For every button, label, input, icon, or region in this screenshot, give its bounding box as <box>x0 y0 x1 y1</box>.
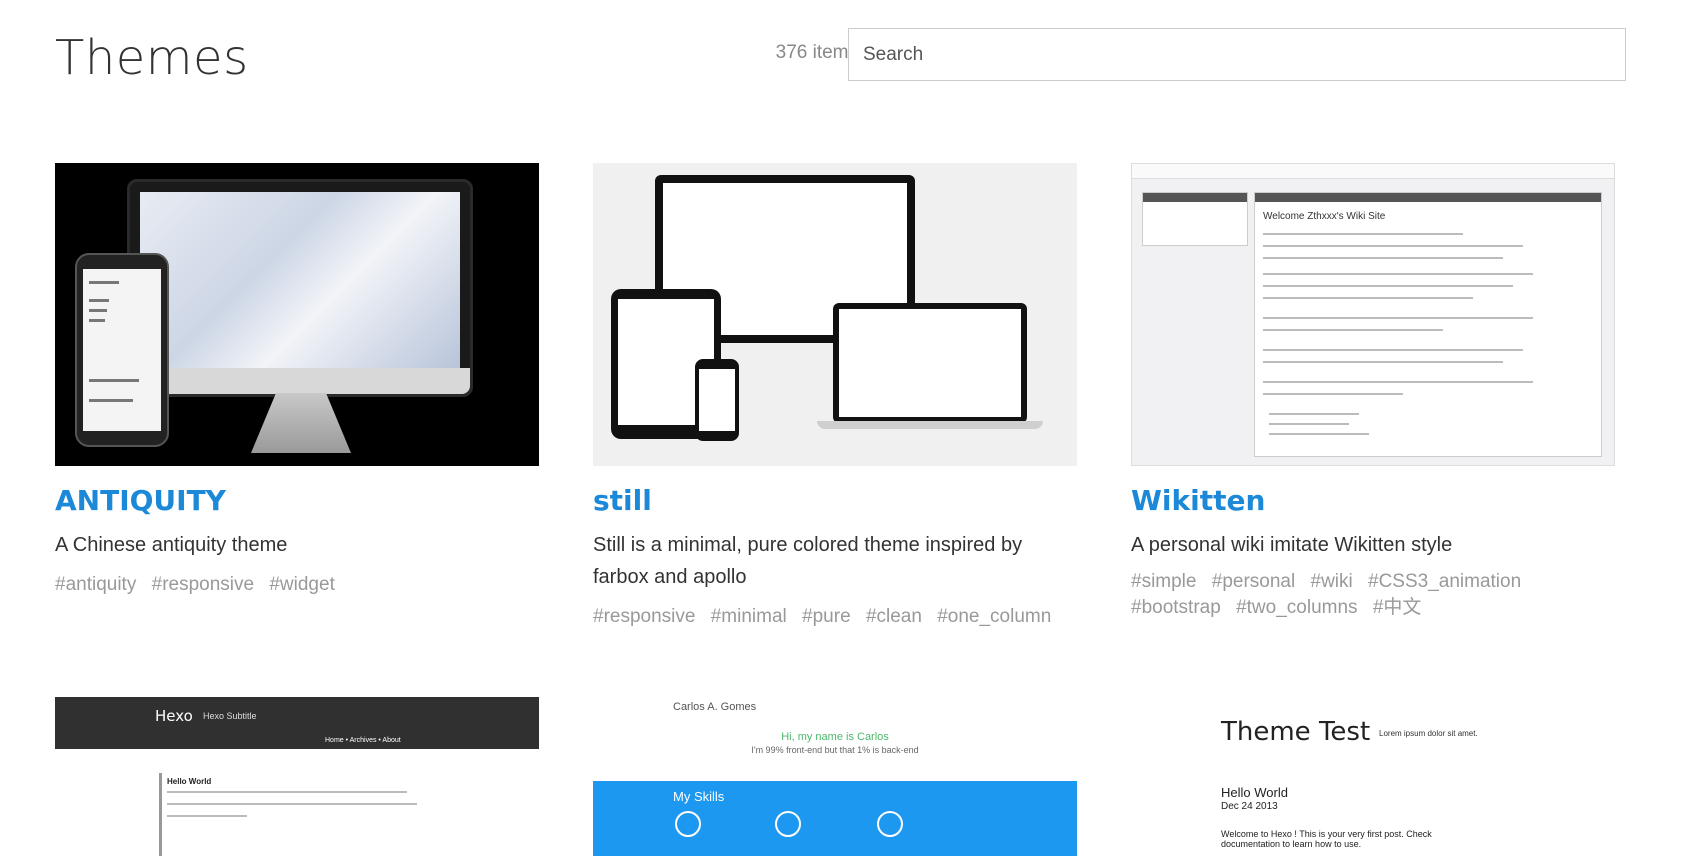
theme-thumbnail-antiquity[interactable] <box>55 163 539 466</box>
carlos-preview-name: Carlos A. Gomes <box>673 701 757 713</box>
theme-description: A Chinese antiquity theme <box>55 534 288 556</box>
item-count: 376 items <box>775 42 858 63</box>
theme-card-theme-test: Theme Test Lorem ipsum dolor sit amet. H… <box>1131 697 1615 856</box>
theme-test-preview-text: Welcome to Hexo ! This is your very firs… <box>1221 829 1432 849</box>
theme-test-preview-subtitle: Lorem ipsum dolor sit amet. <box>1379 729 1478 738</box>
hexo-preview-subtitle: Hexo Subtitle <box>203 711 257 721</box>
theme-title[interactable]: Wikitten <box>1131 483 1615 519</box>
theme-title[interactable]: ANTIQUITY <box>55 483 539 519</box>
theme-card-still: still Still is a minimal, pure colored t… <box>593 163 1077 633</box>
monitor-stand-graphic <box>251 393 351 453</box>
phone-graphic <box>75 253 169 447</box>
theme-test-preview-title: Theme Test <box>1221 717 1371 747</box>
tag[interactable]: #widget <box>269 574 335 595</box>
tag[interactable]: #clean <box>866 606 922 627</box>
theme-description: A personal wiki imitate Wikitten style <box>1131 534 1453 556</box>
tag[interactable]: #one_column <box>937 606 1051 627</box>
tag[interactable]: #wiki <box>1311 571 1353 592</box>
theme-description: Still is a minimal, pure colored theme i… <box>593 534 1023 588</box>
theme-test-preview-post-title: Hello World <box>1221 785 1288 800</box>
theme-tags: #responsive #minimal #pure #clean #one_c… <box>593 601 1077 633</box>
hexo-preview-post-title: Hello World <box>167 777 212 786</box>
page-title: Themes <box>55 30 249 86</box>
theme-card-hexo: Hexo Hexo Subtitle Home • Archives • Abo… <box>55 697 539 856</box>
theme-tags: #simple #personal #wiki #CSS3_animation … <box>1131 569 1615 621</box>
tag[interactable]: #pure <box>802 606 851 627</box>
theme-test-preview-date: Dec 24 2013 <box>1221 801 1278 812</box>
theme-tags: #antiquity #responsive #widget <box>55 569 539 601</box>
theme-thumbnail-carlos[interactable]: Carlos A. Gomes Hi, my name is Carlos I'… <box>593 697 1077 856</box>
theme-thumbnail-hexo[interactable]: Hexo Hexo Subtitle Home • Archives • Abo… <box>55 697 539 856</box>
hexo-preview-logo: Hexo <box>155 707 193 725</box>
monitor-graphic <box>127 179 473 397</box>
search-input[interactable] <box>848 28 1626 81</box>
hexo-preview-nav: Home • Archives • About <box>325 737 401 744</box>
header: Themes 376 items <box>55 24 1626 86</box>
carlos-preview-greeting: Hi, my name is Carlos <box>781 731 889 743</box>
wikitten-preview-heading: Welcome Zthxxx's Wiki Site <box>1263 211 1386 222</box>
tag[interactable]: #simple <box>1131 571 1196 592</box>
tag[interactable]: #CSS3_animation <box>1368 571 1521 592</box>
theme-thumbnail-theme-test[interactable]: Theme Test Lorem ipsum dolor sit amet. H… <box>1131 697 1615 856</box>
tag[interactable]: #personal <box>1212 571 1295 592</box>
laptop-graphic <box>833 303 1027 423</box>
tag[interactable]: #responsive <box>152 574 254 595</box>
tag[interactable]: #bootstrap <box>1131 597 1221 618</box>
tag[interactable]: #two_columns <box>1236 597 1357 618</box>
phone-graphic <box>695 359 739 441</box>
theme-card-carlos: Carlos A. Gomes Hi, my name is Carlos I'… <box>593 697 1077 856</box>
tag[interactable]: #minimal <box>711 606 787 627</box>
theme-title[interactable]: still <box>593 483 1077 519</box>
theme-card-wikitten: Welcome Zthxxx's Wiki Site Wikitten A pe… <box>1131 163 1615 621</box>
theme-thumbnail-still[interactable] <box>593 163 1077 466</box>
theme-card-antiquity: ANTIQUITY A Chinese antiquity theme #ant… <box>55 163 539 601</box>
tag[interactable]: #responsive <box>593 606 695 627</box>
carlos-preview-skills: My Skills <box>673 789 725 804</box>
tag[interactable]: #antiquity <box>55 574 136 595</box>
carlos-preview-subtitle: I'm 99% front-end but that 1% is back-en… <box>751 745 919 755</box>
tag[interactable]: #中文 <box>1373 597 1422 618</box>
theme-thumbnail-wikitten[interactable]: Welcome Zthxxx's Wiki Site <box>1131 163 1615 466</box>
